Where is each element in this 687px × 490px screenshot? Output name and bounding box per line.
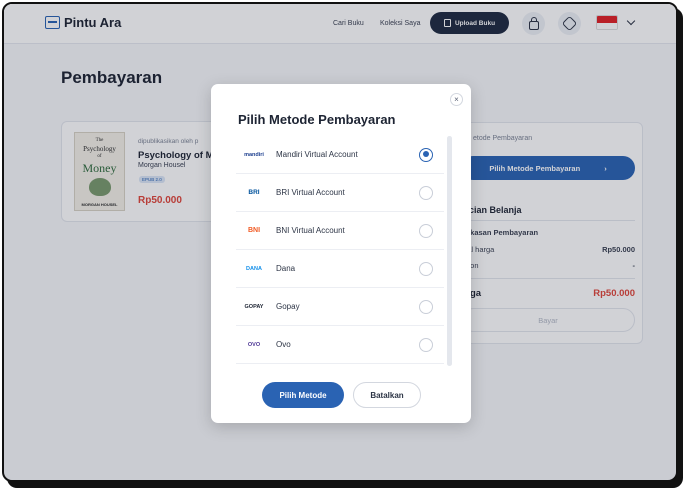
- ovo-logo-icon: OVO: [247, 341, 261, 348]
- payment-method-modal: × Pilih Metode Pembayaran mandiri Mandir…: [211, 84, 471, 423]
- payment-method-label: Dana: [276, 264, 296, 273]
- dana-logo-icon: DANA: [246, 265, 262, 272]
- payment-method-label: Ovo: [276, 340, 291, 349]
- close-icon[interactable]: ×: [450, 93, 463, 106]
- payment-method-gopay[interactable]: GOPAY Gopay: [236, 288, 444, 326]
- select-method-button[interactable]: Pilih Metode: [262, 382, 344, 408]
- cancel-button[interactable]: Batalkan: [353, 382, 421, 408]
- payment-method-label: Mandiri Virtual Account: [276, 150, 358, 159]
- mandiri-logo-icon: mandiri: [244, 151, 264, 158]
- payment-method-radio[interactable]: [419, 147, 433, 162]
- bni-logo-icon: BNI: [247, 227, 261, 234]
- payment-method-dana[interactable]: DANA Dana: [236, 250, 444, 288]
- modal-title: Pilih Metode Pembayaran: [238, 112, 396, 127]
- payment-method-radio[interactable]: [419, 223, 433, 238]
- payment-method-label: BRI Virtual Account: [276, 188, 345, 197]
- payment-method-list: mandiri Mandiri Virtual Account BRI BRI …: [236, 136, 444, 364]
- payment-method-bni[interactable]: BNI BNI Virtual Account: [236, 212, 444, 250]
- scrollbar-thumb[interactable]: [447, 136, 452, 366]
- payment-method-radio[interactable]: [419, 337, 433, 352]
- bri-logo-icon: BRI: [248, 189, 260, 196]
- payment-method-label: BNI Virtual Account: [276, 226, 345, 235]
- payment-method-radio[interactable]: [419, 299, 433, 314]
- payment-method-radio[interactable]: [419, 185, 433, 200]
- app-window: Pintu Ara Cari Buku Koleksi Saya Upload …: [2, 2, 678, 482]
- payment-method-radio[interactable]: [419, 261, 433, 276]
- payment-method-bri[interactable]: BRI BRI Virtual Account: [236, 174, 444, 212]
- payment-method-label: Gopay: [276, 302, 300, 311]
- scrollbar[interactable]: [447, 136, 452, 366]
- payment-method-ovo[interactable]: OVO Ovo: [236, 326, 444, 364]
- gopay-logo-icon: GOPAY: [244, 303, 264, 310]
- payment-method-mandiri[interactable]: mandiri Mandiri Virtual Account: [236, 136, 444, 174]
